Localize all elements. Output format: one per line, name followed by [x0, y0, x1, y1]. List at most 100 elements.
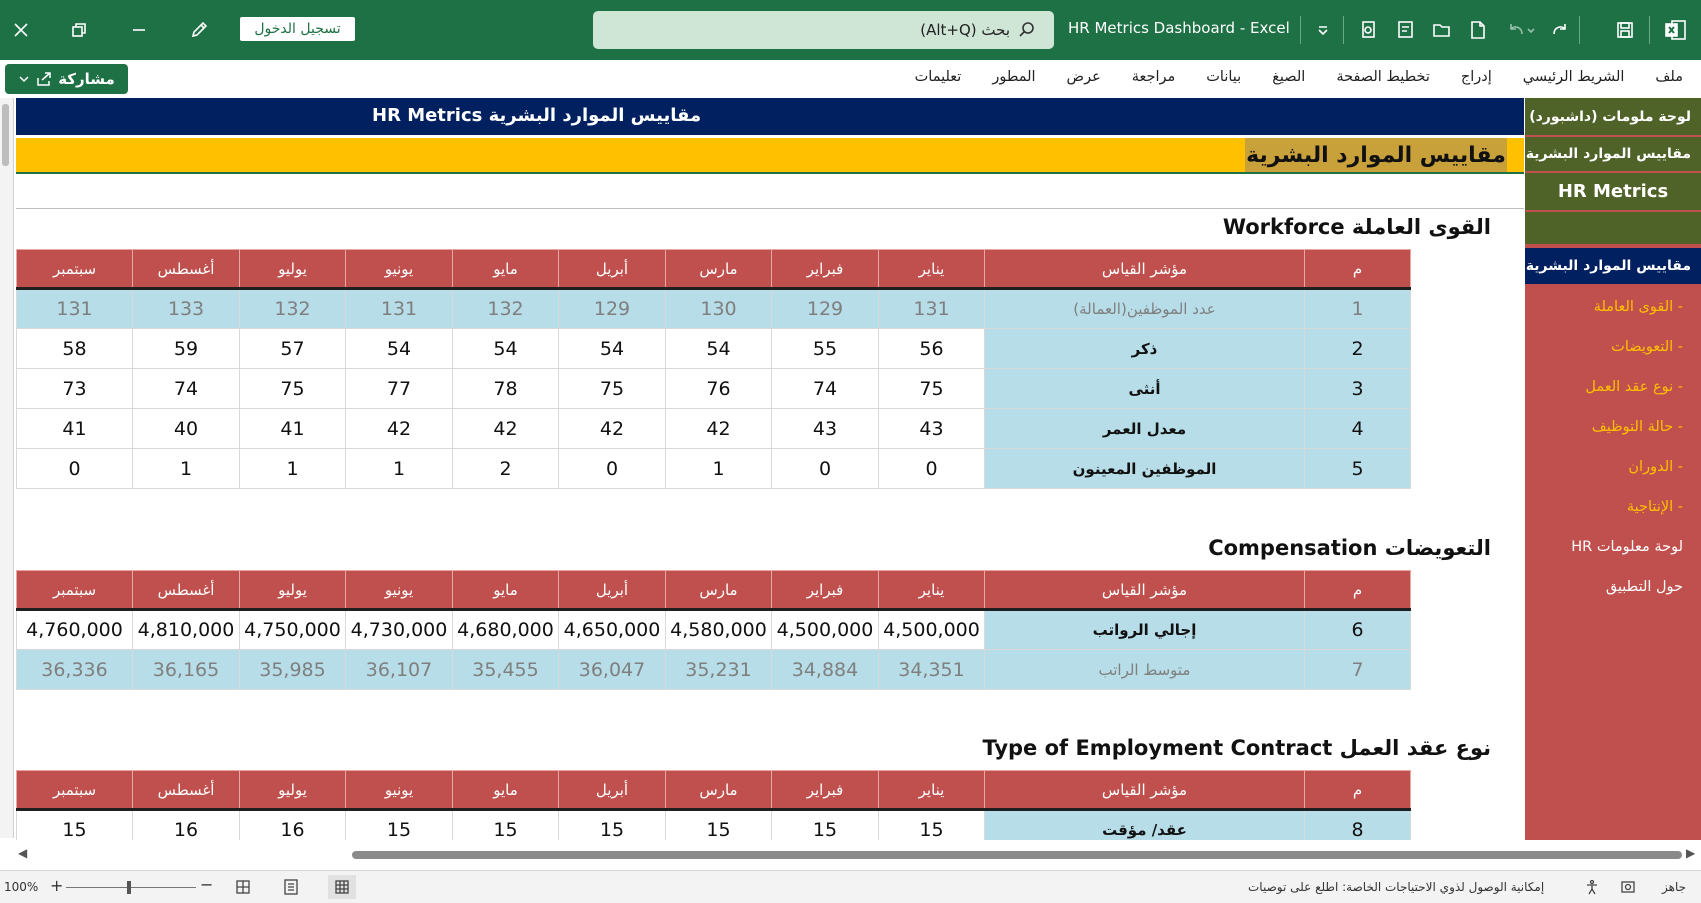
value-cell[interactable]: 133 — [132, 288, 240, 329]
tab-developer[interactable]: المطور — [992, 69, 1035, 85]
value-cell[interactable]: 75 — [239, 368, 346, 409]
zoom-out-icon[interactable]: − — [200, 875, 213, 894]
value-cell[interactable]: 76 — [665, 368, 772, 409]
row-number[interactable]: 6 — [1304, 609, 1411, 650]
scroll-thumb[interactable] — [2, 104, 9, 166]
value-cell[interactable]: 4,580,000 — [665, 609, 772, 650]
value-cell[interactable]: 129 — [558, 288, 666, 329]
undo-icon[interactable] — [1504, 16, 1540, 44]
value-cell[interactable]: 57 — [239, 328, 346, 369]
value-cell[interactable]: 132 — [239, 288, 346, 329]
nav-header-hr[interactable]: مقاييس الموارد البشرية — [1525, 137, 1701, 171]
value-cell[interactable]: 73 — [16, 368, 133, 409]
print-preview-icon[interactable] — [1355, 16, 1383, 44]
close-icon[interactable] — [6, 15, 36, 45]
value-cell[interactable]: 42 — [345, 408, 453, 449]
value-cell[interactable]: 1 — [345, 448, 453, 489]
value-cell[interactable]: 43 — [771, 408, 879, 449]
value-cell[interactable]: 42 — [558, 408, 666, 449]
value-cell[interactable]: 75 — [878, 368, 985, 409]
value-cell[interactable]: 35,985 — [239, 649, 346, 690]
tab-insert[interactable]: إدراج — [1461, 69, 1492, 85]
metric-label[interactable]: إجالي الرواتب — [984, 609, 1305, 650]
value-cell[interactable]: 132 — [452, 288, 559, 329]
tab-help[interactable]: تعليمات — [915, 69, 962, 85]
tab-file[interactable]: ملف — [1655, 69, 1683, 85]
value-cell[interactable]: 0 — [878, 448, 985, 489]
tab-formulas[interactable]: الصيغ — [1272, 69, 1305, 85]
value-cell[interactable]: 34,351 — [878, 649, 985, 690]
nav-link-turnover[interactable]: - الدوران — [1525, 451, 1701, 483]
value-cell[interactable]: 59 — [132, 328, 240, 369]
tab-view[interactable]: عرض — [1067, 69, 1101, 85]
metric-label[interactable]: أنثى — [984, 368, 1305, 409]
metric-label[interactable]: ذكر — [984, 328, 1305, 369]
horizontal-scrollbar[interactable]: ◀ ▶ — [0, 840, 1701, 870]
nav-section-hr-metrics[interactable]: مقاييس الموارد البشرية — [1525, 248, 1701, 284]
vertical-scrollbar[interactable] — [0, 98, 14, 838]
row-number[interactable]: 3 — [1304, 368, 1411, 409]
value-cell[interactable]: 41 — [239, 408, 346, 449]
value-cell[interactable]: 36,107 — [345, 649, 453, 690]
minimize-icon[interactable] — [124, 15, 154, 45]
value-cell[interactable]: 36,336 — [16, 649, 133, 690]
value-cell[interactable]: 0 — [771, 448, 879, 489]
metric-label[interactable]: معدل العمر — [984, 408, 1305, 449]
value-cell[interactable]: 4,760,000 — [16, 609, 133, 650]
value-cell[interactable]: 58 — [16, 328, 133, 369]
login-button[interactable]: تسجيل الدخول — [240, 17, 355, 41]
value-cell[interactable]: 41 — [16, 408, 133, 449]
value-cell[interactable]: 75 — [558, 368, 666, 409]
customize-toolbar-chevron-icon[interactable] — [1311, 16, 1335, 44]
value-cell[interactable]: 74 — [132, 368, 240, 409]
tab-review[interactable]: مراجعة — [1132, 69, 1176, 85]
value-cell[interactable]: 78 — [452, 368, 559, 409]
value-cell[interactable]: 4,650,000 — [558, 609, 666, 650]
value-cell[interactable]: 4,750,000 — [239, 609, 346, 650]
nav-link-compensation[interactable]: - التعويضات — [1525, 331, 1701, 363]
scroll-thumb[interactable] — [352, 851, 1682, 859]
value-cell[interactable]: 55 — [771, 328, 879, 369]
scroll-left-icon[interactable]: ◀ — [18, 846, 27, 860]
value-cell[interactable]: 40 — [132, 408, 240, 449]
nav-header-dashboard[interactable]: لوحة ملومات (داشبورد) — [1525, 98, 1701, 135]
nav-link-about[interactable]: حول التطبيق — [1525, 571, 1701, 603]
value-cell[interactable]: 56 — [878, 328, 985, 369]
value-cell[interactable]: 2 — [452, 448, 559, 489]
value-cell[interactable]: 1 — [239, 448, 346, 489]
value-cell[interactable]: 131 — [345, 288, 453, 329]
value-cell[interactable]: 42 — [665, 408, 772, 449]
value-cell[interactable]: 35,231 — [665, 649, 772, 690]
value-cell[interactable]: 4,810,000 — [132, 609, 240, 650]
zoom-slider[interactable] — [66, 887, 196, 888]
nav-link-productivity[interactable]: - الإنتاجية — [1525, 491, 1701, 523]
value-cell[interactable]: 36,165 — [132, 649, 240, 690]
accessibility-status[interactable]: إمكانية الوصول لذوي الاحتياجات الخاصة: ا… — [1248, 880, 1544, 894]
value-cell[interactable]: 4,730,000 — [345, 609, 453, 650]
value-cell[interactable]: 77 — [345, 368, 453, 409]
value-cell[interactable]: 130 — [665, 288, 772, 329]
row-number[interactable]: 4 — [1304, 408, 1411, 449]
new-file-icon[interactable] — [1464, 16, 1492, 44]
save-icon[interactable] — [1611, 16, 1639, 44]
zoom-in-icon[interactable]: + — [50, 876, 63, 895]
value-cell[interactable]: 0 — [558, 448, 666, 489]
value-cell[interactable]: 43 — [878, 408, 985, 449]
tab-page-layout[interactable]: تخطيط الصفحة — [1336, 69, 1430, 85]
zoom-level[interactable]: 100% — [4, 880, 38, 894]
value-cell[interactable]: 4,680,000 — [452, 609, 559, 650]
value-cell[interactable]: 1 — [132, 448, 240, 489]
nav-link-workforce[interactable]: - القوى العاملة — [1525, 291, 1701, 323]
value-cell[interactable]: 129 — [771, 288, 879, 329]
value-cell[interactable]: 34,884 — [771, 649, 879, 690]
open-folder-icon[interactable] — [1428, 16, 1456, 44]
metric-label[interactable]: الموظفين المعينون — [984, 448, 1305, 489]
redo-icon[interactable] — [1544, 16, 1572, 44]
normal-view-icon[interactable] — [328, 875, 356, 899]
metric-label[interactable]: عدد الموظفين(العمالة) — [984, 288, 1305, 329]
pen-icon[interactable] — [184, 15, 214, 45]
nav-header-hr-metrics[interactable]: HR Metrics — [1525, 173, 1701, 210]
value-cell[interactable]: 4,500,000 — [878, 609, 985, 650]
value-cell[interactable]: 54 — [558, 328, 666, 369]
value-cell[interactable]: 1 — [665, 448, 772, 489]
